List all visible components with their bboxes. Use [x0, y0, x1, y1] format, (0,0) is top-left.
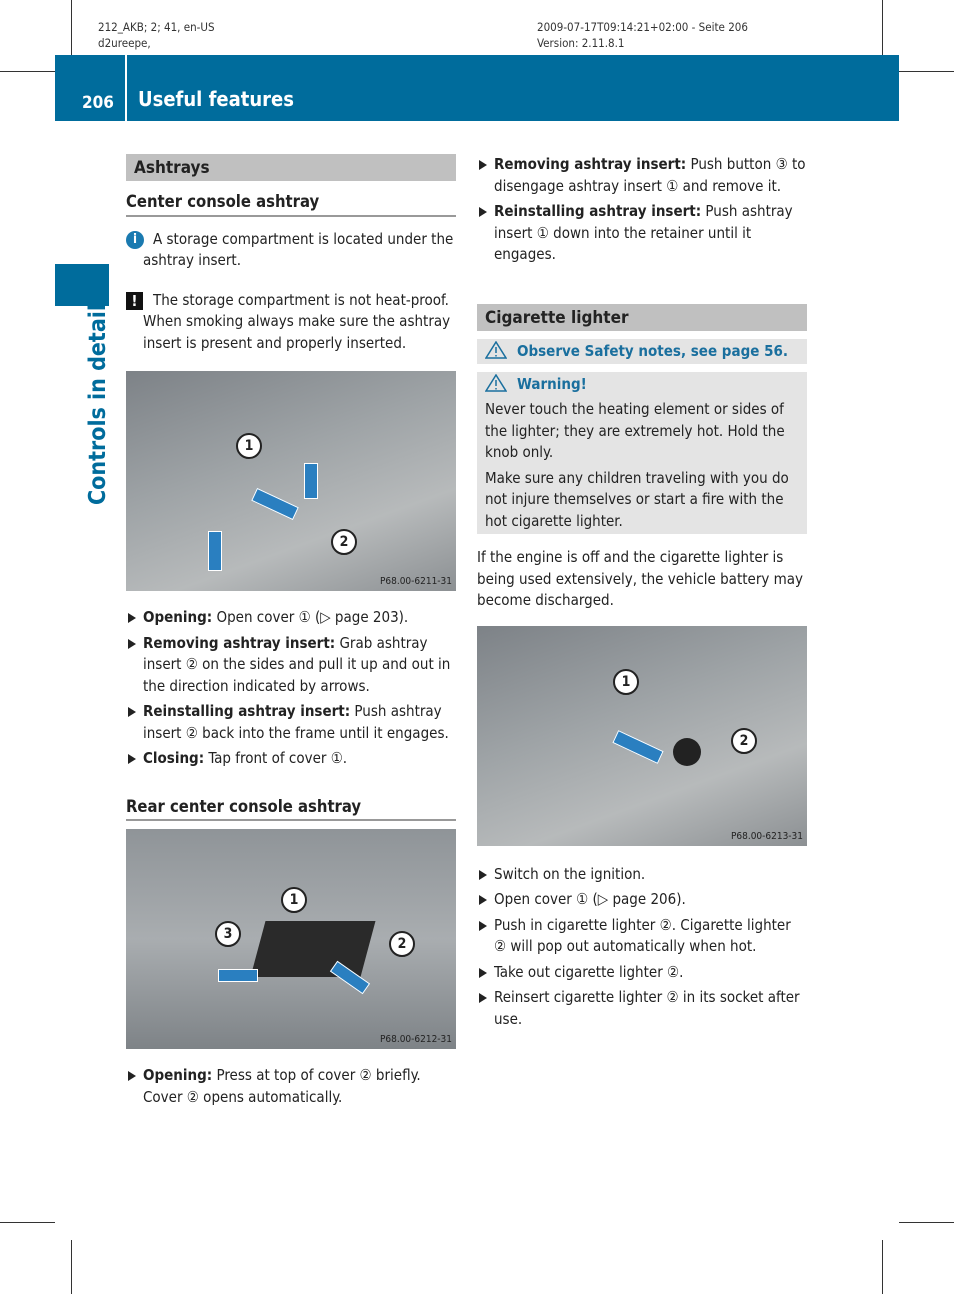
- arrow-icon: [251, 487, 299, 521]
- meta-line: Version: 2.11.8.1: [537, 36, 625, 50]
- info-icon: i: [126, 230, 144, 249]
- photo-center-console-ashtray: 1 2 P68.00-6211-31: [126, 371, 456, 591]
- photo-caption: P68.00-6211-31: [379, 576, 452, 587]
- photo-cigarette-lighter: 1 2 P68.00-6213-31: [477, 625, 807, 846]
- callout-2: 2: [731, 727, 757, 754]
- header-band: 206 Useful features: [55, 55, 899, 121]
- steps-list: Removing ashtray insert: Push button ③ t…: [477, 154, 807, 266]
- print-meta-right: 2009-07-17T09:14:21+02:00 - Seite 206 Ve…: [537, 19, 748, 51]
- arrow-icon: [218, 969, 258, 982]
- warning-text: Make sure any children traveling with yo…: [485, 468, 789, 530]
- steps-list: Opening: Press at top of cover ② briefly…: [126, 1065, 456, 1108]
- right-column: Removing ashtray insert: Push button ③ t…: [477, 154, 807, 1034]
- meta-line: 2009-07-17T09:14:21+02:00 - Seite 206: [537, 20, 748, 34]
- exclamation-icon: !: [126, 291, 143, 310]
- warning-title: Warning!: [485, 373, 799, 396]
- chapter-title: Controls in detail: [85, 304, 111, 505]
- warning-triangle-icon: [485, 373, 507, 392]
- crop-mark: [71, 1240, 72, 1294]
- step-item: Push in cigarette lighter ②. Cigarette l…: [477, 915, 807, 958]
- steps-list: Opening: Open cover ① (▷ page 203). Remo…: [126, 607, 456, 770]
- photo-rear-console-ashtray: 1 2 3 P68.00-6212-31: [126, 829, 456, 1049]
- body-paragraph: If the engine is off and the cigarette l…: [477, 548, 804, 609]
- step-item: Removing ashtray insert: Push button ③ t…: [477, 154, 807, 197]
- step-item: Reinsert cigarette lighter ② in its sock…: [477, 987, 807, 1030]
- note-text: A storage compartment is located under t…: [143, 229, 454, 270]
- step-item: Opening: Press at top of cover ② briefly…: [126, 1065, 456, 1108]
- callout-3: 3: [215, 921, 241, 947]
- header-divider: [125, 55, 127, 121]
- photo-caption: P68.00-6212-31: [379, 1034, 452, 1045]
- step-item: Opening: Open cover ① (▷ page 203).: [126, 607, 456, 629]
- subsection-heading: Center console ashtray: [126, 191, 456, 217]
- step-item: Take out cigarette lighter ②.: [477, 962, 807, 984]
- photo-caption: P68.00-6213-31: [730, 830, 803, 842]
- lighter-knob: [673, 737, 701, 766]
- left-column: Ashtrays Center console ashtray i A stor…: [126, 154, 456, 1112]
- subsection-heading: Rear center console ashtray: [126, 796, 456, 821]
- safety-notes-link[interactable]: Observe Safety notes, see page 56.: [477, 338, 807, 364]
- side-tab-marker: [55, 264, 109, 306]
- callout-2: 2: [331, 529, 357, 555]
- step-item: Switch on the ignition.: [477, 864, 807, 886]
- arrow-icon: [208, 531, 222, 571]
- ashtray-cover: [250, 921, 376, 977]
- section-heading: Ashtrays: [126, 154, 456, 181]
- section-heading: Cigarette lighter: [477, 303, 807, 331]
- info-note: i A storage compartment is located under…: [126, 229, 456, 272]
- step-item: Reinstalling ashtray insert: Push ashtra…: [477, 201, 807, 266]
- crop-mark: [882, 0, 883, 55]
- step-item: Open cover ① (▷ page 206).: [477, 889, 807, 911]
- crop-mark: [0, 1222, 55, 1223]
- warning-text: Never touch the heating element or sides…: [485, 400, 785, 461]
- meta-line: 212_AKB; 2; 41, en-US: [98, 20, 215, 34]
- warning-triangle-icon: [485, 340, 507, 359]
- print-meta-left: 212_AKB; 2; 41, en-US d2ureepe,: [98, 19, 215, 51]
- warning-box: Warning! Never touch the heating element…: [477, 371, 807, 534]
- callout-2: 2: [389, 931, 415, 957]
- page-number: 206: [82, 93, 114, 113]
- step-item: Reinstalling ashtray insert: Push ashtra…: [126, 701, 456, 744]
- crop-mark: [0, 71, 55, 72]
- meta-line: d2ureepe,: [98, 36, 151, 50]
- crop-mark: [882, 1240, 883, 1294]
- callout-1: 1: [613, 668, 639, 695]
- step-item: Removing ashtray insert: Grab ashtray in…: [126, 633, 456, 698]
- note-text: The storage compartment is not heat-proo…: [143, 290, 451, 352]
- page-title: Useful features: [138, 87, 294, 111]
- arrow-icon: [612, 729, 664, 764]
- callout-1: 1: [281, 887, 307, 913]
- arrow-icon: [304, 463, 318, 499]
- callout-1: 1: [236, 433, 262, 459]
- crop-mark: [899, 71, 954, 72]
- safety-text: Observe Safety notes, see page 56.: [517, 341, 788, 360]
- steps-list: Switch on the ignition. Open cover ① (▷ …: [477, 864, 807, 1031]
- crop-mark: [899, 1222, 954, 1223]
- step-item: Closing: Tap front of cover ①.: [126, 748, 456, 770]
- caution-note: ! The storage compartment is not heat-pr…: [126, 290, 456, 355]
- crop-mark: [71, 0, 72, 55]
